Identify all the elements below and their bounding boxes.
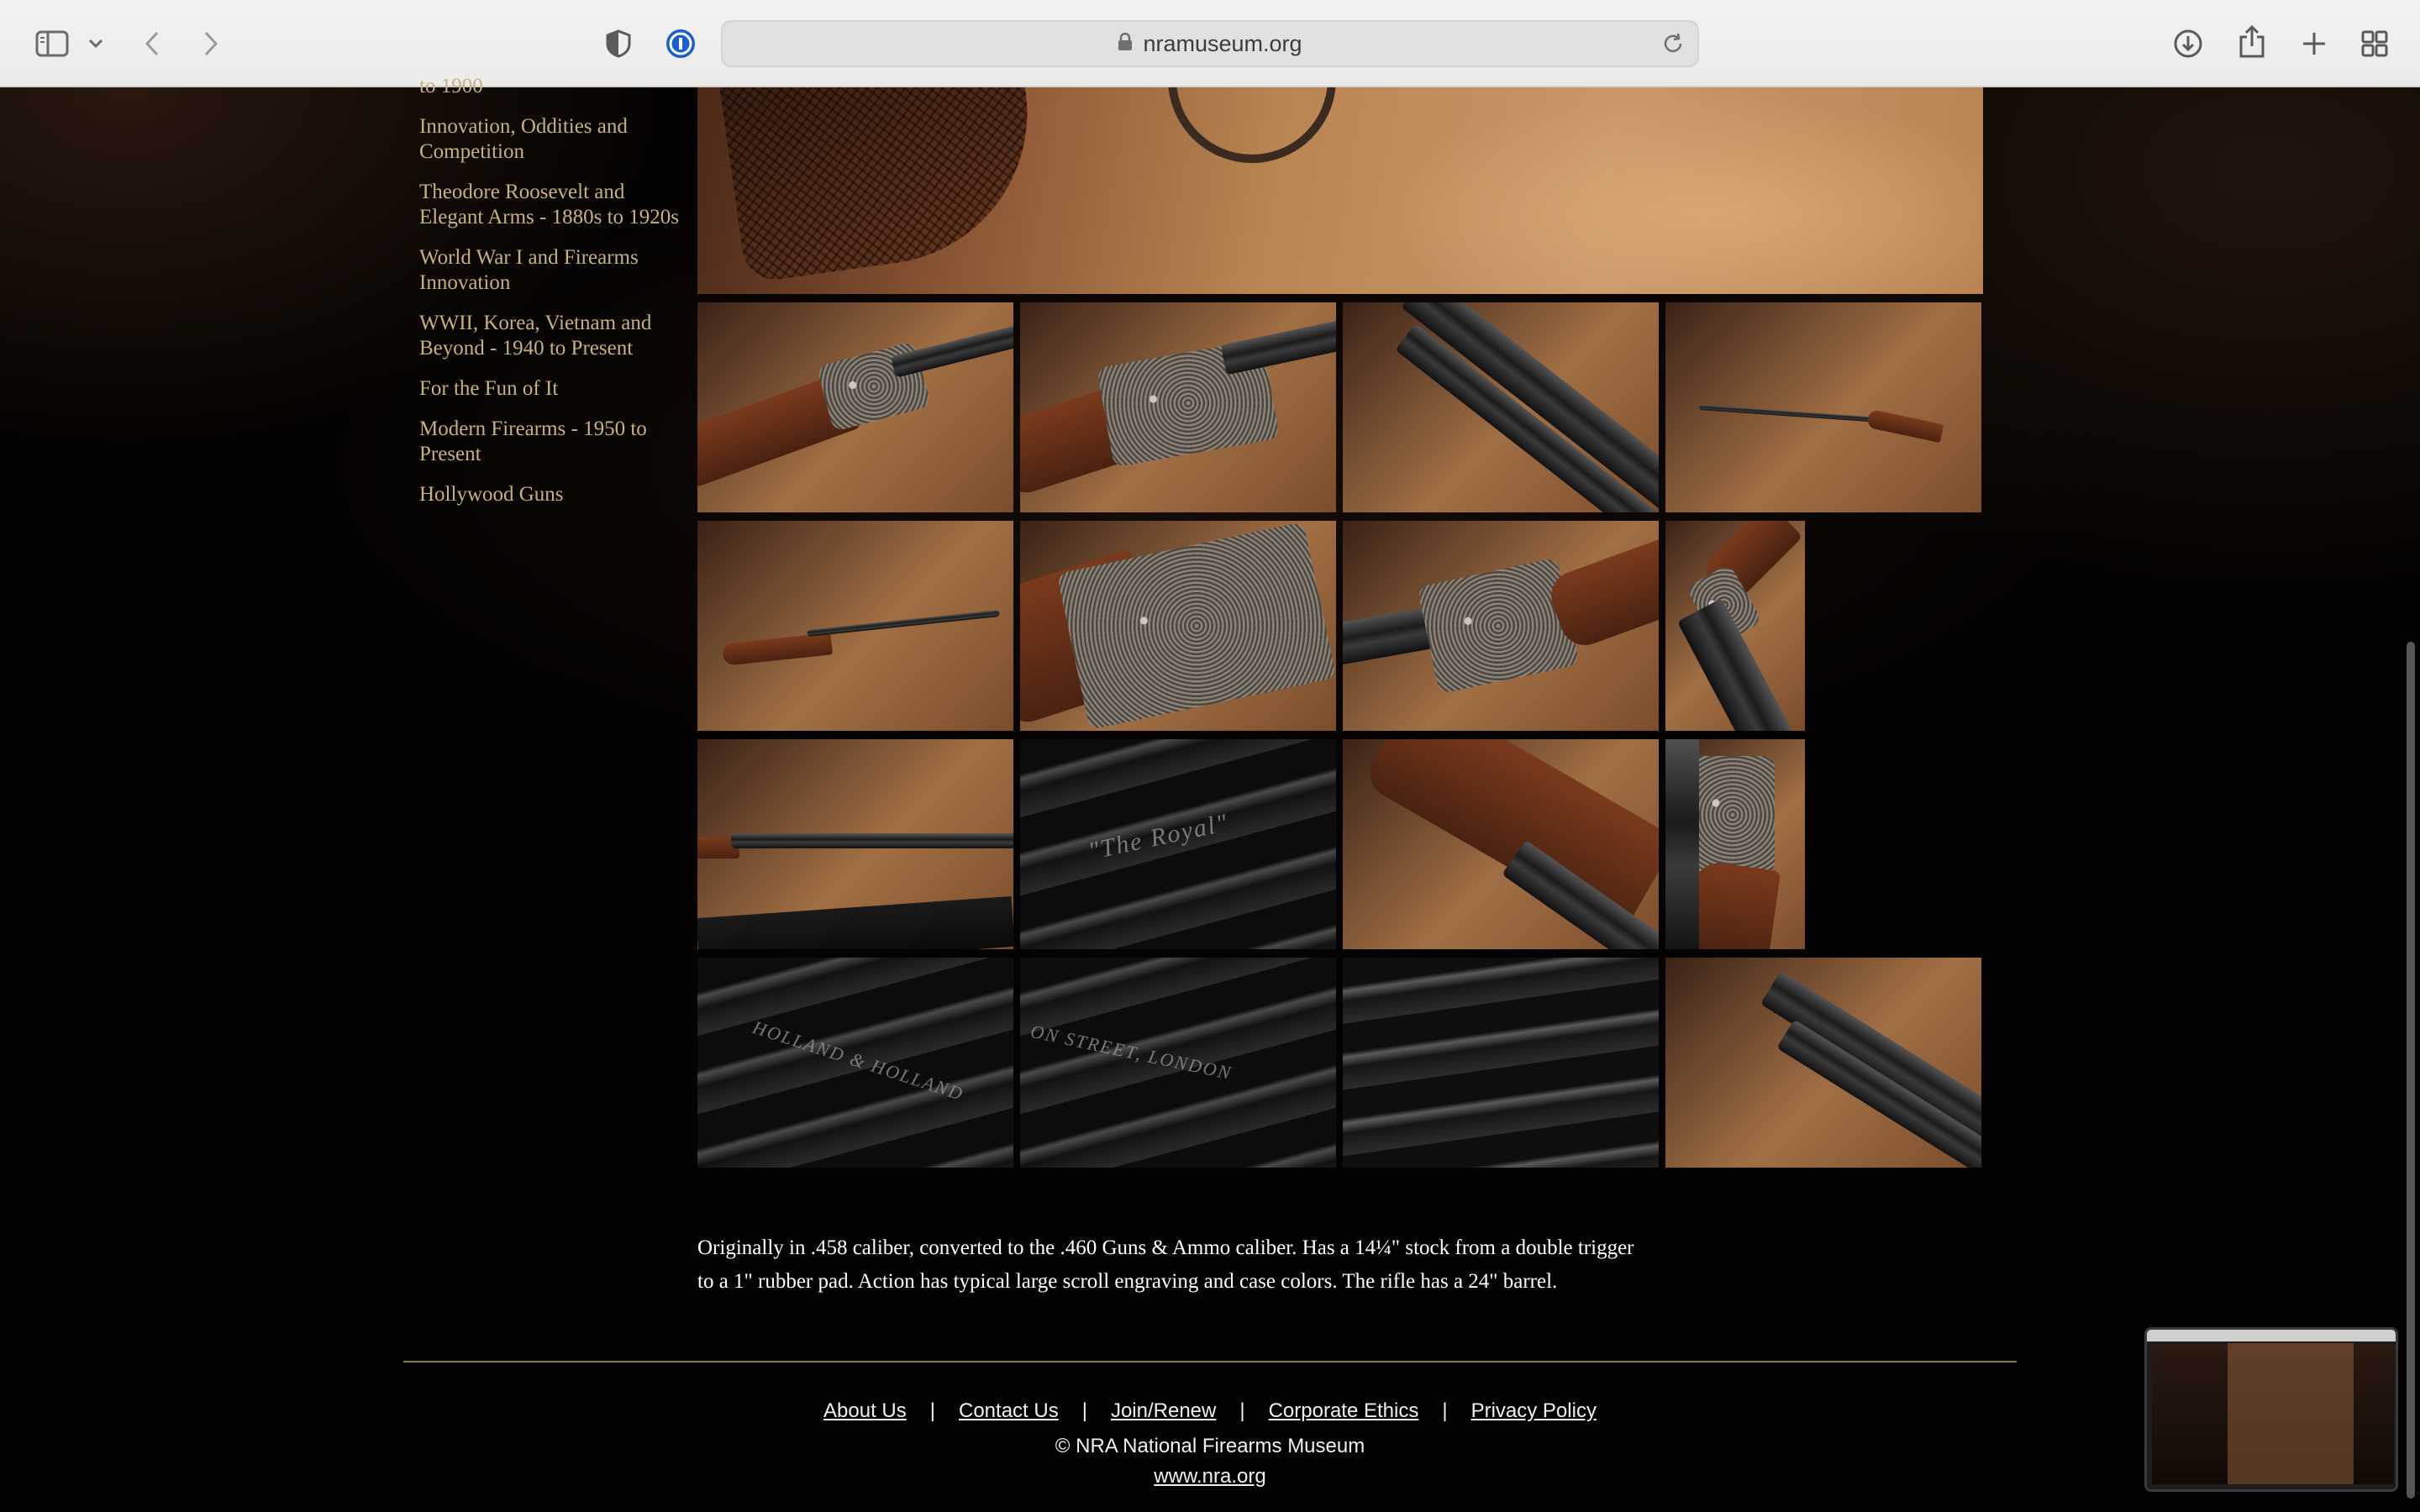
sidebar-nav: to 1900 Innovation, Oddities and Competi… bbox=[419, 74, 680, 522]
nra-site-link[interactable]: www.nra.org bbox=[1154, 1465, 1265, 1488]
sidebar-item-modern-firearms[interactable]: Modern Firearms - 1950 to Present bbox=[419, 417, 680, 467]
contact-us-link[interactable]: Contact Us bbox=[959, 1399, 1059, 1423]
trigger-guard-image bbox=[1168, 87, 1336, 163]
gallery-thumbnail[interactable]: ON STREET, LONDON bbox=[1020, 958, 1336, 1168]
plus-icon[interactable] bbox=[2297, 27, 2331, 60]
gallery-thumbnail[interactable] bbox=[1343, 521, 1659, 731]
gallery-thumbnail[interactable] bbox=[1020, 302, 1336, 512]
gallery-thumbnail[interactable] bbox=[1343, 739, 1659, 949]
password-manager-icon[interactable] bbox=[664, 27, 697, 60]
chevron-down-icon[interactable] bbox=[84, 32, 108, 55]
gallery-thumbnail[interactable]: HOLLAND & HOLLAND bbox=[697, 958, 1013, 1168]
gallery-thumbnail[interactable] bbox=[1665, 521, 1805, 731]
pip-toolbar bbox=[2147, 1330, 2396, 1341]
browser-toolbar: nramuseum.org bbox=[0, 0, 2420, 87]
download-icon[interactable] bbox=[2171, 25, 2205, 62]
picture-in-picture-preview[interactable] bbox=[2144, 1327, 2398, 1492]
gallery-thumbnail[interactable] bbox=[1343, 958, 1659, 1168]
sidebar-item-world-war-i[interactable]: World War I and Firearms Innovation bbox=[419, 245, 680, 296]
sidebar-item-fun-of-it[interactable]: For the Fun of It bbox=[419, 376, 680, 402]
gallery-thumbnail[interactable] bbox=[697, 739, 1013, 949]
chevron-right-icon[interactable] bbox=[198, 27, 224, 60]
about-us-link[interactable]: About Us bbox=[823, 1399, 907, 1423]
privacy-shield-icon[interactable] bbox=[603, 27, 634, 60]
gallery-thumbnail[interactable] bbox=[1343, 302, 1659, 512]
lock-icon bbox=[1118, 32, 1133, 55]
corporate-ethics-link[interactable]: Corporate Ethics bbox=[1269, 1399, 1419, 1423]
reload-icon[interactable] bbox=[1662, 32, 1684, 60]
page-content: to 1900 Innovation, Oddities and Competi… bbox=[0, 75, 2420, 1512]
footer-separator: | bbox=[1081, 1399, 1087, 1422]
footer-separator: | bbox=[1442, 1399, 1448, 1422]
tab-overview-icon[interactable] bbox=[2358, 27, 2391, 60]
sidebar-icon[interactable] bbox=[34, 27, 71, 60]
gallery-thumbnail[interactable] bbox=[1665, 302, 1981, 512]
checkered-grip-image bbox=[718, 87, 1047, 284]
sidebar-item-hollywood-guns[interactable]: Hollywood Guns bbox=[419, 482, 680, 507]
sidebar-item-theodore-roosevelt[interactable]: Theodore Roosevelt and Elegant Arms - 18… bbox=[419, 180, 680, 230]
url-text: nramuseum.org bbox=[1143, 30, 1302, 56]
page-scrollbar[interactable] bbox=[2407, 642, 2415, 1499]
firearm-description: Originally in .458 caliber, converted to… bbox=[697, 1236, 1634, 1293]
copyright-text: © NRA National Firearms Museum bbox=[1055, 1435, 1365, 1457]
footer-links: About Us | Contact Us | Join/Renew | Cor… bbox=[0, 1399, 2420, 1423]
main-photo bbox=[697, 87, 1983, 294]
gallery-thumbnail[interactable] bbox=[697, 521, 1013, 731]
pip-content bbox=[2152, 1343, 2394, 1484]
sidebar-item-innovation[interactable]: Innovation, Oddities and Competition bbox=[419, 114, 680, 165]
footer-separator: | bbox=[1239, 1399, 1245, 1422]
gallery-thumbnail[interactable]: "The Royal" bbox=[1020, 739, 1336, 949]
address-bar[interactable]: nramuseum.org bbox=[721, 20, 1699, 67]
footer-separator: | bbox=[929, 1399, 935, 1422]
gallery-thumbnail[interactable] bbox=[1665, 958, 1981, 1168]
join-renew-link[interactable]: Join/Renew bbox=[1111, 1399, 1216, 1423]
chevron-left-icon[interactable] bbox=[139, 27, 165, 60]
share-icon[interactable] bbox=[2235, 24, 2269, 60]
privacy-policy-link[interactable]: Privacy Policy bbox=[1471, 1399, 1597, 1423]
footer-divider bbox=[403, 1361, 2017, 1362]
sidebar-item-wwii-korea-vietnam[interactable]: WWII, Korea, Vietnam and Beyond - 1940 t… bbox=[419, 311, 680, 361]
gallery-thumbnail[interactable] bbox=[1020, 521, 1336, 731]
gallery-thumbnail[interactable] bbox=[697, 302, 1013, 512]
sidebar-item-to-1900[interactable]: to 1900 bbox=[419, 74, 680, 99]
gallery-thumbnail[interactable] bbox=[1665, 739, 1805, 949]
